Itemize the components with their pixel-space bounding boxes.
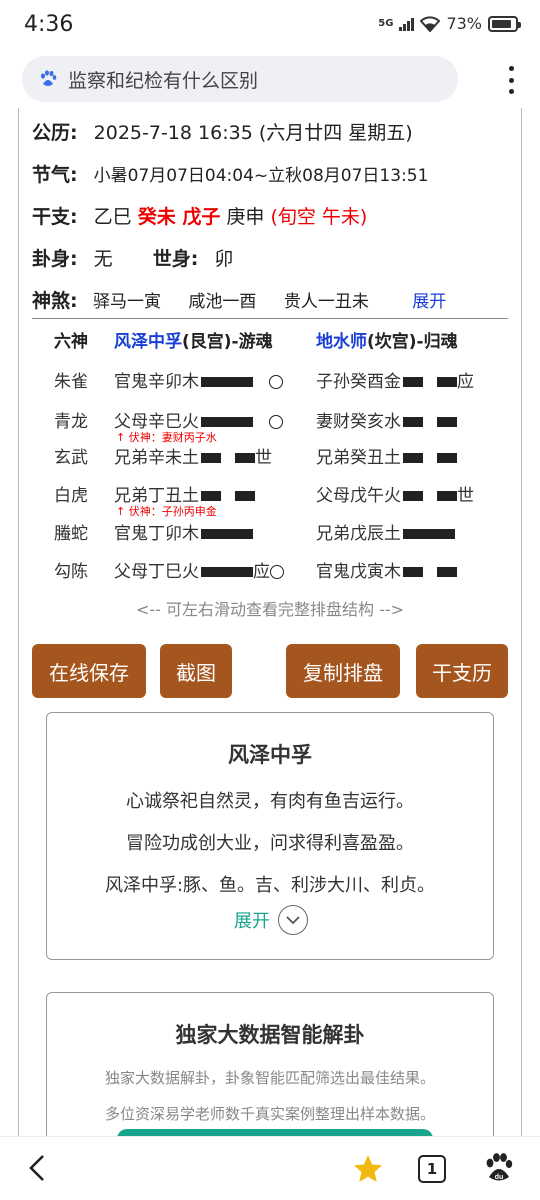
tabs-count-button[interactable]: 1: [418, 1155, 446, 1183]
fushen-note: ↑ 伏神：子孙丙申金: [116, 505, 217, 518]
battery-percent: 73%: [446, 14, 482, 33]
table-row: 螣蛇 官鬼丁卯木 兄弟戊辰土: [32, 519, 508, 549]
copy-paipan-button[interactable]: 复制排盘: [286, 644, 400, 698]
jieqi-row: 节气: 小暑07月07日04:04~立秋08月07日13:51: [32, 164, 429, 186]
star-favorite-icon[interactable]: [352, 1153, 384, 1185]
search-input[interactable]: 监察和纪检有什么区别: [22, 56, 458, 102]
shensha-expand-link[interactable]: 展开: [412, 292, 446, 312]
table-row: 玄武 兄弟辛未土世 兄弟癸丑土: [32, 443, 508, 473]
signal-icon: [399, 17, 415, 31]
status-bar: 4:36 5G 73%: [0, 0, 540, 50]
save-online-button[interactable]: 在线保存: [32, 644, 146, 698]
guashen-row: 卦身: 无 世身: 卯: [32, 248, 234, 270]
search-row: 监察和纪检有什么区别: [0, 56, 540, 104]
ganzhi-row: 干支: 乙巳 癸未 戊子 庚申 (旬空 午未): [32, 206, 368, 228]
card-title: 独家大数据智能解卦: [175, 1023, 365, 1047]
baidu-paw-icon: [41, 70, 57, 86]
gua-table: 六神 风泽中孚(艮宫)-游魂 地水师(坎宫)-归魂 朱雀 官鬼辛卯木 子孙癸酉金…: [32, 318, 508, 582]
bottom-nav: 1 du: [0, 1136, 540, 1200]
wifi-icon: [420, 15, 441, 32]
dong-yao-circle-icon: [269, 415, 283, 429]
status-icons: 5G 73%: [378, 14, 521, 33]
more-menu-button[interactable]: [506, 66, 516, 94]
gongli-row: 公历: 2025-7-18 16:35 (六月廿四 星期五): [32, 122, 413, 144]
table-header: 六神 风泽中孚(艮宫)-游魂 地水师(坎宫)-归魂: [54, 332, 458, 352]
table-row: 朱雀 官鬼辛卯木 子孙癸酉金应: [54, 372, 474, 392]
dong-yao-circle-icon: [270, 565, 284, 579]
back-arrow-icon[interactable]: [24, 1153, 54, 1183]
search-query: 监察和纪检有什么区别: [68, 69, 259, 92]
card-expand-button[interactable]: 展开: [47, 905, 495, 935]
card-title: 风泽中孚: [228, 743, 312, 767]
table-row: 勾陈 父母丁巳火应 官鬼戊寅木: [32, 557, 508, 587]
scroll-hint: <-- 可左右滑动查看完整排盘结构 -->: [135, 600, 405, 619]
svg-text:du: du: [495, 1174, 504, 1181]
table-row: 青龙 父母辛巳火 妻财癸亥水: [32, 407, 508, 437]
screenshot-button[interactable]: 截图: [160, 644, 232, 698]
page-content: 公历: 2025-7-18 16:35 (六月廿四 星期五) 节气: 小暑07月…: [0, 108, 540, 1138]
battery-icon: [488, 15, 521, 32]
baidu-paw-nav-icon[interactable]: du: [482, 1151, 516, 1185]
chevron-down-icon: [278, 905, 308, 935]
table-row: 白虎 兄弟丁丑土 父母戊午火世: [54, 486, 474, 506]
shensha-row: 神煞: 驿马一寅 咸池一酉 贵人一丑未 展开: [32, 290, 447, 312]
gua-interpretation-card: 风泽中孚 心诚祭祀自然灵，有肉有鱼吉运行。 冒险功成创大业，问求得利喜盈盈。 风…: [46, 712, 494, 960]
ganzhi-calendar-button[interactable]: 干支历: [416, 644, 508, 698]
dong-yao-circle-icon: [269, 375, 283, 389]
bigdata-interpretation-card: 独家大数据智能解卦 独家大数据解卦，卦象智能匹配筛选出最佳结果。 多位资深易学老…: [46, 992, 494, 1138]
status-time: 4:36: [24, 12, 74, 37]
network-type: 5G: [378, 17, 394, 29]
